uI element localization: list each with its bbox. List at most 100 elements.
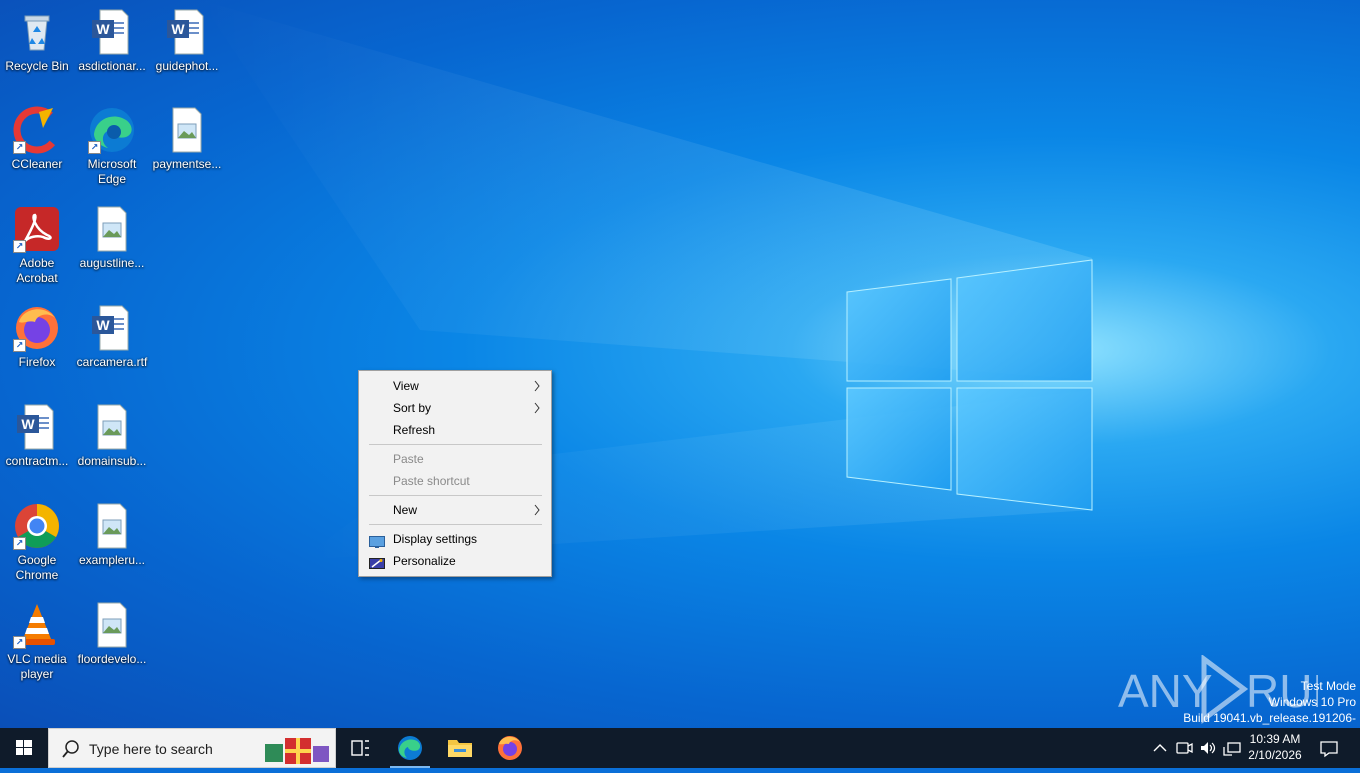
test-mode-watermark: Test Mode Windows 10 Pro Build 19041.vb_… bbox=[1170, 678, 1356, 728]
desktop-icon-guidephot[interactable]: W guidephot... bbox=[150, 8, 224, 74]
watermark-line-2: Windows 10 Pro bbox=[1268, 695, 1356, 709]
menu-item-refresh[interactable]: Refresh bbox=[359, 419, 551, 441]
desktop-context-menu: View Sort by Refresh Paste Paste shortcu… bbox=[358, 370, 552, 577]
action-center-icon[interactable] bbox=[1318, 738, 1340, 758]
edge-icon bbox=[398, 736, 422, 760]
acrobat-icon: ↗ bbox=[13, 205, 61, 253]
windows-start-icon bbox=[16, 740, 32, 755]
desktop-icon-label: CCleaner bbox=[11, 157, 63, 171]
task-view-button[interactable] bbox=[336, 728, 384, 768]
network-icon[interactable] bbox=[1222, 738, 1242, 758]
taskbar: Type here to search 10:39 AM 2/10/2026 bbox=[0, 728, 1360, 768]
desktop-icon-label: exampleru... bbox=[78, 553, 146, 567]
image-file-icon bbox=[88, 601, 136, 649]
desktop-icon-exampleru[interactable]: exampleru... bbox=[75, 502, 149, 568]
search-icon bbox=[62, 740, 79, 758]
menu-item-paste[interactable]: Paste bbox=[359, 448, 551, 470]
watermark-line-3: Build 19041.vb_release.191206-1406 bbox=[1183, 711, 1356, 728]
shortcut-arrow-icon: ↗ bbox=[88, 141, 101, 154]
desktop-icon-vlc[interactable]: ↗ VLC media player bbox=[0, 601, 74, 682]
personalize-icon bbox=[369, 555, 385, 569]
menu-separator bbox=[369, 444, 542, 445]
image-file-icon bbox=[88, 205, 136, 253]
recycle-bin-icon bbox=[13, 8, 61, 56]
taskbar-file-explorer[interactable] bbox=[436, 728, 484, 768]
watermark-line-1: Test Mode bbox=[1300, 679, 1356, 693]
desktop-icon-google-chrome[interactable]: ↗ Google Chrome bbox=[0, 502, 74, 583]
chrome-icon: ↗ bbox=[13, 502, 61, 550]
desktop-icon-carcamera[interactable]: W carcamera.rtf bbox=[75, 304, 149, 370]
taskbar-search-box[interactable]: Type here to search bbox=[48, 728, 336, 768]
desktop-icon-label: carcamera.rtf bbox=[76, 355, 148, 369]
desktop-icon-floordevelo[interactable]: floordevelo... bbox=[75, 601, 149, 667]
desktop-icon-label: VLC media player bbox=[7, 652, 67, 681]
desktop-icon-label: paymentse... bbox=[152, 157, 222, 171]
clock-time: 10:39 AM bbox=[1249, 732, 1301, 746]
vlc-icon: ↗ bbox=[13, 601, 61, 649]
desktop-icon-label: asdictionar... bbox=[78, 59, 146, 73]
shortcut-arrow-icon: ↗ bbox=[13, 240, 26, 253]
word-document-icon: W bbox=[88, 304, 136, 352]
shortcut-arrow-icon: ↗ bbox=[13, 339, 26, 352]
image-file-icon bbox=[163, 106, 211, 154]
menu-item-label: Paste shortcut bbox=[393, 474, 470, 488]
desktop-icon-label: Google Chrome bbox=[15, 553, 59, 582]
desktop[interactable]: Recycle Bin W asdictionar... W guidephot… bbox=[0, 0, 1360, 728]
desktop-icon-label: Adobe Acrobat bbox=[16, 256, 58, 285]
desktop-icon-label: domainsub... bbox=[77, 454, 147, 468]
image-file-icon bbox=[88, 502, 136, 550]
desktop-icon-adobe-acrobat[interactable]: ↗ Adobe Acrobat bbox=[0, 205, 74, 286]
desktop-icon-asdictionary[interactable]: W asdictionar... bbox=[75, 8, 149, 74]
menu-item-label: Sort by bbox=[393, 401, 432, 415]
menu-item-sort-by[interactable]: Sort by bbox=[359, 397, 551, 419]
desktop-icon-contractm[interactable]: W contractm... bbox=[0, 403, 74, 469]
svg-text:W: W bbox=[96, 21, 110, 37]
edge-icon: ↗ bbox=[88, 106, 136, 154]
clock-date: 2/10/2026 bbox=[1248, 748, 1302, 762]
desktop-icon-microsoft-edge[interactable]: ↗ Microsoft Edge bbox=[75, 106, 149, 187]
menu-item-new[interactable]: New bbox=[359, 499, 551, 521]
desktop-icon-label: Recycle Bin bbox=[5, 59, 69, 73]
word-document-icon: W bbox=[13, 403, 61, 451]
menu-item-label: Paste bbox=[393, 452, 424, 466]
menu-item-label: View bbox=[393, 379, 419, 393]
volume-icon[interactable] bbox=[1198, 738, 1218, 758]
meet-now-icon[interactable] bbox=[1174, 738, 1194, 758]
ccleaner-icon: ↗ bbox=[13, 106, 61, 154]
desktop-icon-augustline[interactable]: augustline... bbox=[75, 205, 149, 271]
firefox-icon bbox=[498, 736, 522, 760]
desktop-icon-label: guidephot... bbox=[155, 59, 219, 73]
desktop-icon-label: augustline... bbox=[79, 256, 145, 270]
svg-text:W: W bbox=[171, 21, 185, 37]
shortcut-arrow-icon: ↗ bbox=[13, 636, 26, 649]
desktop-icon-firefox[interactable]: ↗ Firefox bbox=[0, 304, 74, 370]
menu-item-personalize[interactable]: Personalize bbox=[359, 550, 551, 572]
task-view-icon bbox=[351, 740, 369, 756]
menu-item-display-settings[interactable]: Display settings bbox=[359, 528, 551, 550]
desktop-icon-domainsub[interactable]: domainsub... bbox=[75, 403, 149, 469]
taskbar-edge[interactable] bbox=[386, 728, 434, 768]
desktop-icon-ccleaner[interactable]: ↗ CCleaner bbox=[0, 106, 74, 172]
menu-item-label: New bbox=[393, 503, 418, 517]
desktop-icon-label: floordevelo... bbox=[77, 652, 147, 666]
menu-separator bbox=[369, 524, 542, 525]
search-placeholder: Type here to search bbox=[89, 741, 213, 757]
menu-item-label: Refresh bbox=[393, 423, 436, 437]
start-button[interactable] bbox=[0, 728, 48, 768]
menu-item-view[interactable]: View bbox=[359, 375, 551, 397]
desktop-icon-label: Microsoft Edge bbox=[87, 157, 137, 186]
shortcut-arrow-icon: ↗ bbox=[13, 537, 26, 550]
taskbar-clock[interactable]: 10:39 AM 2/10/2026 bbox=[1240, 731, 1310, 763]
desktop-icon-recycle-bin[interactable]: Recycle Bin bbox=[0, 8, 74, 74]
word-document-icon: W bbox=[163, 8, 211, 56]
firefox-icon: ↗ bbox=[13, 304, 61, 352]
image-file-icon bbox=[88, 403, 136, 451]
desktop-icon-label: contractm... bbox=[5, 454, 69, 468]
taskbar-firefox[interactable] bbox=[486, 728, 534, 768]
desktop-icon-label: Firefox bbox=[18, 355, 56, 369]
menu-item-label: Display settings bbox=[393, 532, 478, 546]
show-hidden-icons-chevron-icon[interactable] bbox=[1150, 738, 1170, 758]
desktop-icon-paymentse[interactable]: paymentse... bbox=[150, 106, 224, 172]
menu-item-paste-shortcut[interactable]: Paste shortcut bbox=[359, 470, 551, 492]
menu-item-label: Personalize bbox=[393, 554, 456, 568]
